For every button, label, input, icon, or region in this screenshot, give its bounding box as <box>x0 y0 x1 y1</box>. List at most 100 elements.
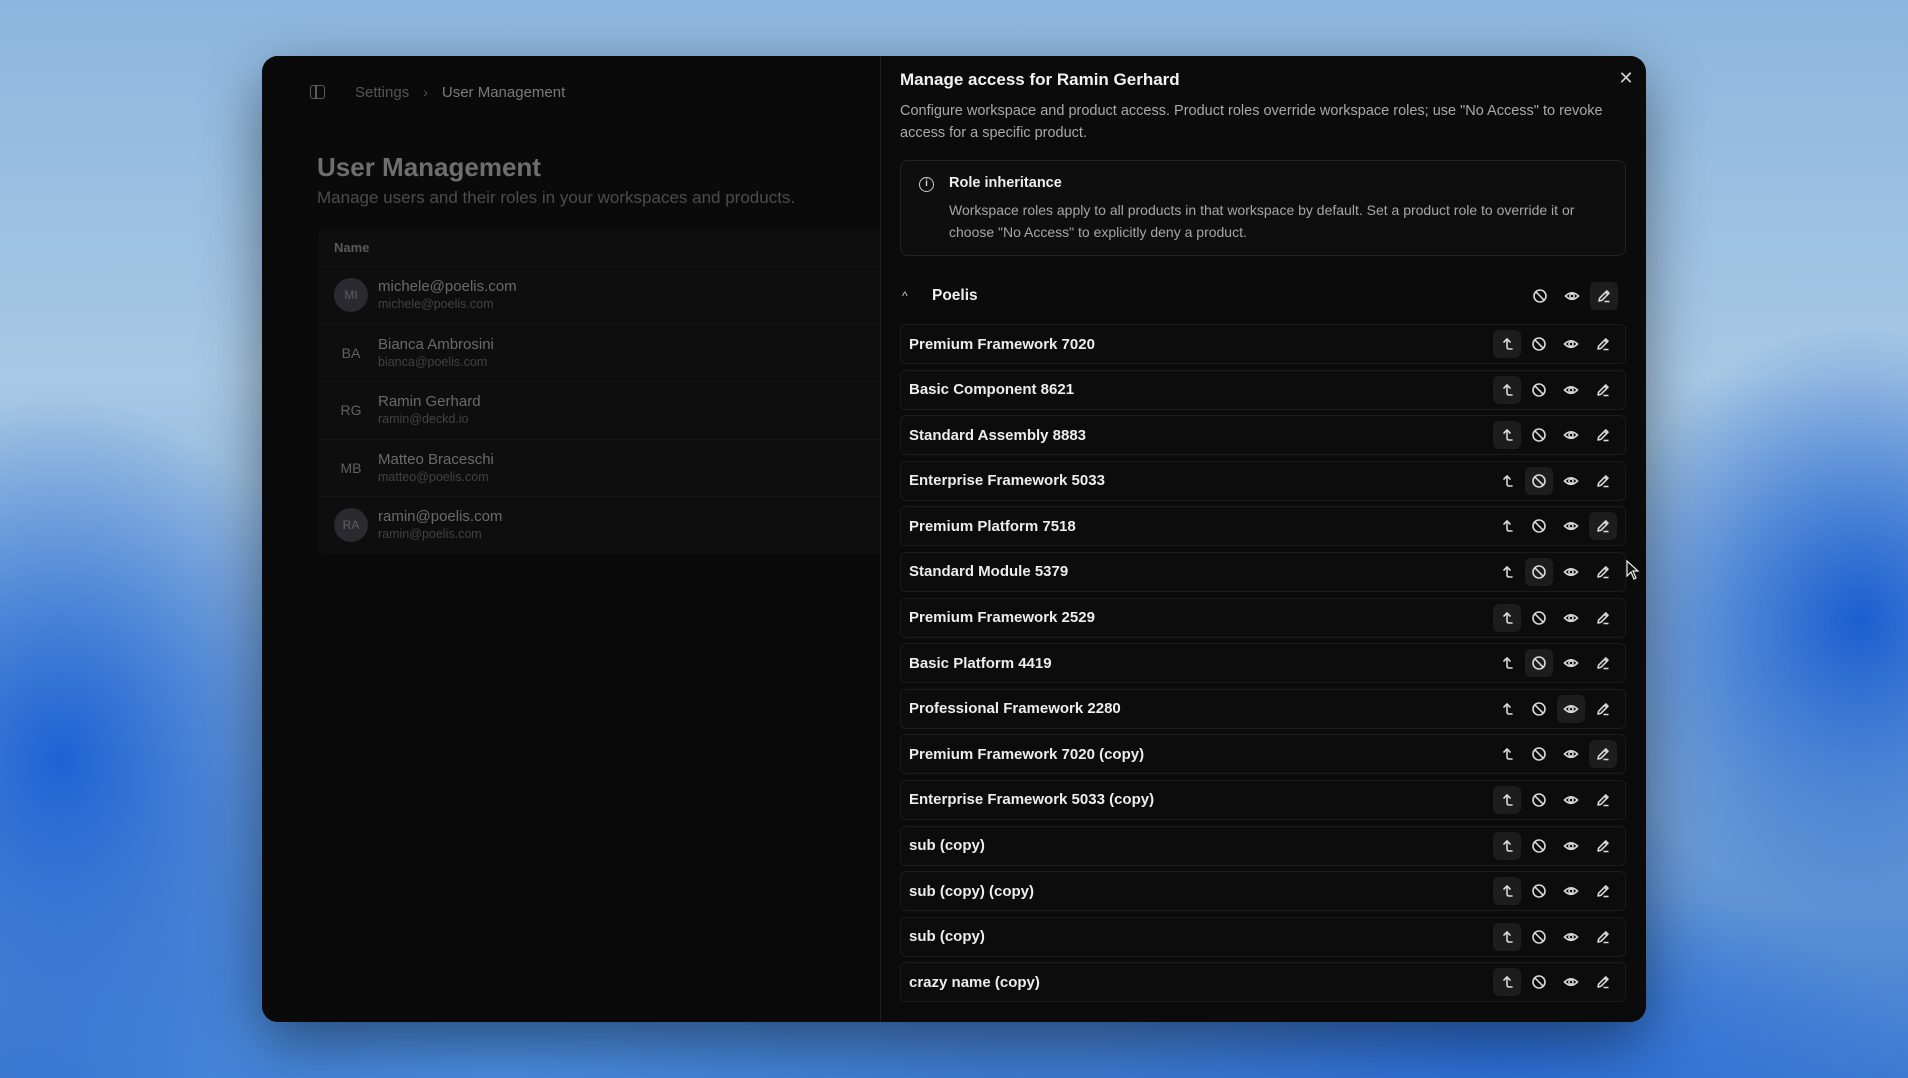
eye-icon[interactable] <box>1557 604 1585 632</box>
pencil-icon[interactable] <box>1589 558 1617 586</box>
eye-icon[interactable] <box>1557 968 1585 996</box>
product-name: Premium Framework 7020 <box>909 335 1095 353</box>
no-access-icon[interactable] <box>1525 649 1553 678</box>
no-access-icon[interactable] <box>1525 466 1553 495</box>
inherit-icon[interactable] <box>1493 695 1521 723</box>
app-window: Settings › User Management User Manageme… <box>262 56 1646 1022</box>
eye-icon[interactable] <box>1557 923 1585 951</box>
eye-icon[interactable] <box>1557 649 1585 677</box>
eye-icon[interactable] <box>1557 467 1585 495</box>
pencil-icon[interactable] <box>1589 923 1617 951</box>
product-row: crazy name (copy) <box>900 962 1626 1003</box>
mouse-cursor-icon <box>1626 560 1640 580</box>
user-name: Ramin Gerhard <box>378 393 481 411</box>
pencil-icon[interactable] <box>1589 421 1617 449</box>
inherit-icon[interactable] <box>1493 877 1521 906</box>
no-access-icon[interactable] <box>1525 740 1553 768</box>
eye-icon[interactable] <box>1557 512 1585 540</box>
pencil-icon[interactable] <box>1589 649 1617 677</box>
user-info: Ramin Gerhard ramin@deckd.io <box>378 393 481 427</box>
product-role-actions <box>1493 694 1617 723</box>
eye-icon[interactable] <box>1557 558 1585 586</box>
inherit-icon[interactable] <box>1493 649 1521 677</box>
table-row[interactable]: BA Bianca Ambrosini bianca@poelis.com <box>318 323 880 382</box>
users-table: Name MI michele@poelis.com michele@poelis.… <box>318 228 880 554</box>
pencil-icon[interactable] <box>1589 604 1617 632</box>
inherit-icon[interactable] <box>1493 968 1521 997</box>
no-access-icon[interactable] <box>1526 282 1554 310</box>
inherit-icon[interactable] <box>1493 785 1521 814</box>
inherit-icon[interactable] <box>1493 831 1521 860</box>
close-icon[interactable]: ✕ <box>1616 68 1636 88</box>
pencil-icon[interactable] <box>1589 832 1617 860</box>
sidebar-toggle-icon[interactable] <box>310 85 325 99</box>
eye-icon[interactable] <box>1557 376 1585 404</box>
eye-icon[interactable] <box>1557 832 1585 860</box>
no-access-icon[interactable] <box>1525 330 1553 358</box>
avatar: MB <box>340 459 362 476</box>
pencil-icon[interactable] <box>1589 467 1617 495</box>
no-access-icon[interactable] <box>1525 557 1553 586</box>
product-name: Standard Module 5379 <box>909 563 1069 581</box>
pencil-icon[interactable] <box>1589 968 1617 996</box>
product-list: Premium Framework 7020 Basic Component 86… <box>900 324 1626 1008</box>
inherit-icon[interactable] <box>1493 467 1521 495</box>
product-role-actions <box>1493 375 1617 404</box>
inherit-icon[interactable] <box>1493 375 1521 404</box>
product-role-actions <box>1493 785 1617 814</box>
eye-icon[interactable] <box>1557 740 1585 768</box>
eye-icon[interactable] <box>1557 330 1585 358</box>
product-row: Standard Module 5379 <box>900 551 1626 592</box>
eye-icon[interactable] <box>1557 877 1585 905</box>
table-row[interactable]: RA ramin@poelis.com ramin@poelis.com <box>318 496 880 554</box>
eye-icon[interactable] <box>1557 694 1585 723</box>
inherit-icon[interactable] <box>1493 558 1521 586</box>
table-row[interactable]: RG Ramin Gerhard ramin@deckd.io <box>318 381 880 439</box>
product-name: Premium Platform 7518 <box>909 517 1076 535</box>
table-row[interactable]: MI michele@poelis.com michele@poelis.com <box>318 266 880 324</box>
pencil-icon[interactable] <box>1589 740 1617 769</box>
no-access-icon[interactable] <box>1525 786 1553 814</box>
user-name: michele@poelis.com <box>378 278 517 296</box>
table-row[interactable]: MB Matteo Braceschi matteo@poelis.com <box>318 438 880 497</box>
user-email: ramin@poelis.com <box>378 527 482 542</box>
inherit-icon[interactable] <box>1493 603 1521 632</box>
no-access-icon[interactable] <box>1525 512 1553 540</box>
pencil-icon[interactable] <box>1589 877 1617 905</box>
inherit-icon[interactable] <box>1493 330 1521 358</box>
inherit-icon[interactable] <box>1493 512 1521 540</box>
inherit-icon[interactable] <box>1493 421 1521 450</box>
panel-description: Configure workspace and product access. … <box>900 103 1603 141</box>
product-row: sub (copy) (copy) <box>900 871 1626 912</box>
product-name: Professional Framework 2280 <box>909 700 1121 718</box>
role-inheritance-callout: i Role inheritance Workspace roles apply… <box>900 160 1626 256</box>
breadcrumb-settings[interactable]: Settings <box>355 84 409 101</box>
chevron-up-icon[interactable]: ^ <box>902 289 922 303</box>
pencil-icon[interactable] <box>1589 786 1617 814</box>
no-access-icon[interactable] <box>1525 695 1553 723</box>
inherit-icon[interactable] <box>1493 922 1521 951</box>
no-access-icon[interactable] <box>1525 376 1553 404</box>
user-name: Matteo Braceschi <box>378 450 494 468</box>
pencil-icon[interactable] <box>1590 282 1618 310</box>
pencil-icon[interactable] <box>1589 330 1617 358</box>
no-access-icon[interactable] <box>1525 421 1553 449</box>
no-access-icon[interactable] <box>1525 604 1553 632</box>
inherit-icon[interactable] <box>1493 740 1521 768</box>
user-name: Bianca Ambrosini <box>378 335 494 353</box>
no-access-icon[interactable] <box>1525 832 1553 860</box>
user-info: Bianca Ambrosini bianca@poelis.com <box>378 336 494 370</box>
pencil-icon[interactable] <box>1589 376 1617 404</box>
eye-icon[interactable] <box>1557 786 1585 814</box>
user-email: matteo@poelis.com <box>378 469 489 484</box>
no-access-icon[interactable] <box>1525 923 1553 951</box>
pencil-icon[interactable] <box>1589 695 1617 723</box>
workspace-row[interactable]: ^ Poelis <box>900 278 1626 314</box>
product-row: Basic Component 8621 <box>900 369 1626 410</box>
eye-icon[interactable] <box>1558 282 1586 310</box>
column-header-name[interactable]: Name <box>318 228 880 266</box>
pencil-icon[interactable] <box>1589 512 1617 541</box>
no-access-icon[interactable] <box>1525 877 1553 905</box>
no-access-icon[interactable] <box>1525 968 1553 996</box>
eye-icon[interactable] <box>1557 421 1585 449</box>
